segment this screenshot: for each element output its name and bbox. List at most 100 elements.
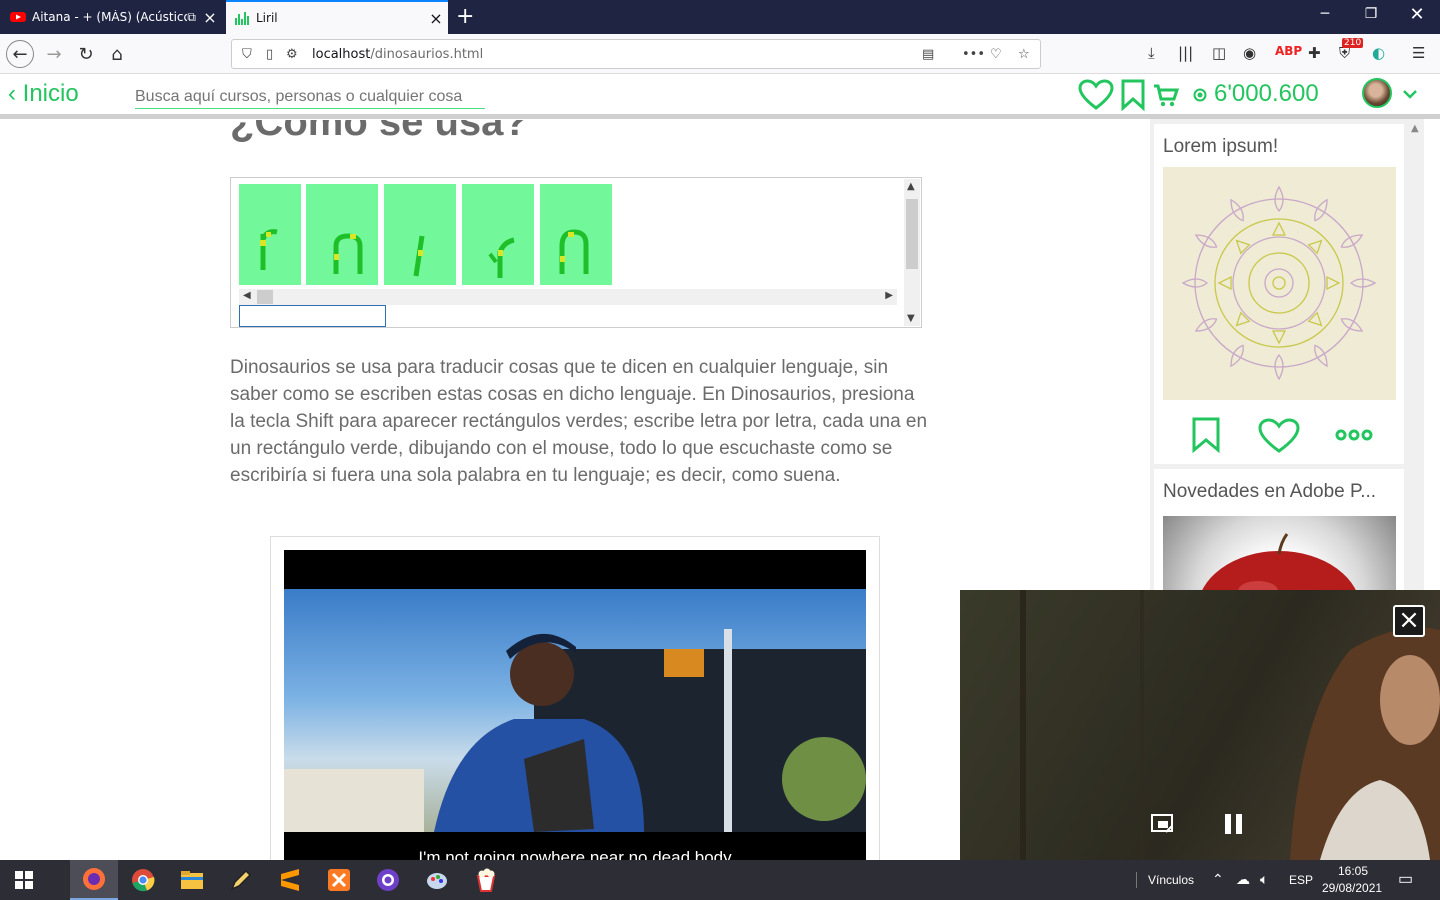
paint-icon[interactable] (413, 860, 461, 900)
pause-icon[interactable] (1222, 812, 1246, 836)
reader-view-icon[interactable]: ▤ (922, 47, 934, 62)
popcorn-time-icon[interactable] (462, 860, 510, 900)
avatar[interactable] (1362, 78, 1392, 108)
pip-video-frame (1020, 590, 1440, 860)
back-icon[interactable]: ← (6, 40, 34, 68)
tab-liril[interactable]: Liril × (226, 0, 448, 34)
scroll-down-icon[interactable]: ▼ (907, 313, 915, 324)
coin-icon (1193, 88, 1207, 102)
windows-start-icon[interactable] (0, 860, 48, 900)
tab-youtube[interactable]: Aitana - + (MÁS) (Acústico) ⧉ × (0, 0, 222, 34)
chrome-icon[interactable] (119, 860, 167, 900)
scrollbar-thumb[interactable] (257, 290, 273, 304)
downloads-icon[interactable]: ⤓ (1148, 44, 1155, 62)
new-tab-icon[interactable]: + (456, 4, 474, 29)
sidebar-card[interactable]: Lorem ipsum! (1154, 124, 1404, 464)
video-player[interactable]: I'm not going nowhere near no dead body (284, 550, 866, 867)
github-desktop-icon[interactable] (364, 860, 412, 900)
vertical-scrollbar[interactable]: ▲ ▼ (904, 179, 920, 326)
extension-icon[interactable]: ✚ (1308, 44, 1321, 62)
clock-date[interactable]: 29/08/2021 (1322, 881, 1382, 895)
video-frame-image (284, 589, 866, 832)
close-tab-icon[interactable]: × (424, 9, 448, 28)
inicio-link[interactable]: ‹ Inicio (8, 80, 79, 108)
clock-time[interactable]: 16:05 (1338, 864, 1368, 878)
taskbar-separator (1136, 872, 1137, 888)
minimize-icon[interactable]: ─ (1302, 6, 1348, 22)
links-toolbar[interactable]: Vínculos (1148, 873, 1194, 887)
video-scene-illustration (284, 629, 866, 832)
taskbar: Vínculos ⌃ ☁ 🔈︎ ESP 16:05 29/08/2021 ▭ (0, 860, 1440, 900)
network-icon[interactable]: ☁ (1236, 871, 1250, 888)
forward-icon[interactable]: → (40, 40, 68, 68)
scroll-right-icon[interactable]: ▶ (885, 290, 893, 301)
cart-icon[interactable] (1153, 84, 1179, 108)
page-actions-icon[interactable]: ••• (962, 47, 985, 62)
notifications-icon[interactable]: ▭ (1398, 869, 1413, 889)
menu-icon[interactable]: ☰ (1412, 44, 1425, 62)
page-info-icon[interactable]: ▯ (266, 47, 273, 62)
firefox-icon[interactable] (70, 860, 118, 900)
reload-icon[interactable]: ↻ (72, 40, 100, 68)
scroll-up-icon[interactable]: ▲ (1411, 123, 1419, 134)
drawn-letter (333, 233, 363, 274)
description-text: Dinosaurios se usa para traducir cosas q… (230, 357, 928, 486)
url-host: localhost (312, 46, 371, 62)
bookmark-star-icon[interactable]: ☆ (1018, 47, 1030, 62)
pocket-icon[interactable]: ♡ (990, 47, 1002, 62)
language-indicator[interactable]: ESP (1289, 873, 1313, 887)
sidebar-icon[interactable]: ◫ (1212, 44, 1226, 62)
chevron-up-icon[interactable]: ⌃ (1212, 871, 1224, 888)
sublime-text-icon[interactable] (266, 860, 314, 900)
vpn-icon[interactable]: ◐ (1372, 44, 1385, 62)
site-header: ‹ Inicio 6'000.600 (0, 74, 1440, 116)
close-window-icon[interactable]: ✕ (1394, 4, 1440, 25)
restore-icon[interactable]: ❐ (1348, 6, 1394, 22)
tab-title: Aitana - + (MÁS) (Acústico) (32, 10, 188, 24)
scroll-up-icon[interactable]: ▲ (907, 181, 915, 192)
horizontal-scrollbar[interactable]: ◀ ▶ (239, 289, 897, 305)
mandala-illustration (1181, 185, 1377, 381)
letter-canvas[interactable] (540, 184, 612, 285)
bookmark-icon[interactable] (1191, 417, 1221, 453)
browser-tab-strip: Aitana - + (MÁS) (Acústico) ⧉ × Liril × … (0, 0, 1440, 34)
coin-balance: 6'000.600 (1214, 80, 1319, 107)
return-to-tab-icon[interactable] (1150, 812, 1176, 836)
shield-icon[interactable]: ⛉ (242, 47, 252, 62)
drawn-letter (488, 237, 515, 278)
permissions-icon[interactable]: ⚙ (286, 47, 298, 62)
heart-icon[interactable] (1258, 418, 1300, 454)
more-options-icon[interactable] (1335, 428, 1373, 442)
pip-tab-icon[interactable]: ⧉ (187, 10, 196, 25)
favorites-heart-icon[interactable] (1078, 79, 1114, 111)
scroll-left-icon[interactable]: ◀ (243, 290, 251, 301)
letter-canvas[interactable] (306, 184, 378, 285)
file-explorer-icon[interactable] (168, 860, 216, 900)
saved-bookmark-icon[interactable] (1120, 79, 1146, 111)
dinosaurios-drawing-widget[interactable]: ◀ ▶ ▲ ▼ (230, 177, 922, 328)
account-icon[interactable]: ◉ (1243, 44, 1256, 62)
close-pip-button[interactable]: × (1393, 605, 1425, 637)
library-icon[interactable]: ||| (1178, 44, 1193, 62)
home-icon[interactable]: ⌂ (103, 40, 131, 68)
translation-input[interactable] (239, 305, 386, 327)
pen-tool-icon[interactable] (217, 860, 265, 900)
chevron-down-icon[interactable] (1402, 88, 1418, 100)
drawn-letter (559, 229, 589, 274)
drawn-letter (413, 235, 425, 277)
adblock-icon[interactable]: ABP (1275, 44, 1302, 58)
xampp-icon[interactable] (315, 860, 363, 900)
url-bar[interactable]: ⛉ ▯ ⚙ localhost/dinosaurios.html ▤ ••• ♡… (231, 39, 1041, 69)
navigation-bar: ← → ↻ ⌂ ⛉ ▯ ⚙ localhost/dinosaurios.html… (0, 34, 1440, 74)
close-tab-icon[interactable]: × (198, 8, 222, 27)
letter-canvas[interactable] (462, 184, 534, 285)
site-search-input[interactable] (135, 88, 485, 109)
letter-canvas[interactable] (239, 184, 301, 285)
scrollbar-thumb[interactable] (906, 199, 918, 269)
picture-in-picture-window[interactable]: × (960, 590, 1440, 860)
volume-icon[interactable]: 🔈︎ (1260, 871, 1268, 888)
url-path: /dinosaurios.html (370, 46, 484, 62)
mandala-image[interactable] (1163, 167, 1396, 400)
video-embed: I'm not going nowhere near no dead body (270, 536, 880, 867)
letter-canvas[interactable] (384, 184, 456, 285)
